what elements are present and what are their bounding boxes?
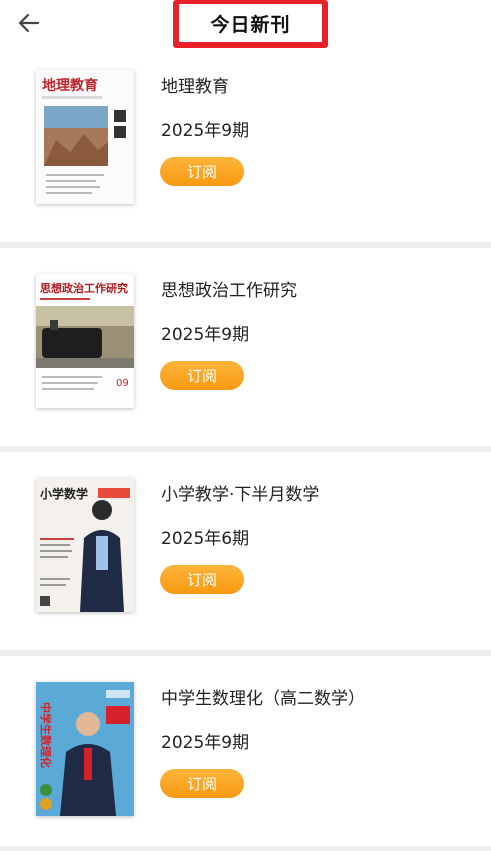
cover-title: 中学生数理化 (39, 702, 53, 768)
magazine-cover[interactable]: 地理教育 (36, 70, 134, 204)
divider (0, 650, 491, 670)
cover-image: 中学生数理化 (36, 682, 134, 816)
magazine-issue: 2025年9期 (161, 733, 250, 753)
list-item[interactable]: 地理教育 地理教育 2025年9期 订阅 (0, 58, 491, 242)
top-bar: 今日新刊 (0, 0, 491, 58)
magazine-name[interactable]: 中学生数理化（高二数学） (161, 684, 365, 709)
arrow-left-icon (18, 13, 40, 33)
subscribe-button[interactable]: 订阅 (160, 769, 244, 798)
cover-issue: 09 (116, 378, 129, 389)
list-item[interactable]: 小学数学 小学教学·下半月数学 2025年6期 订阅 (0, 466, 491, 650)
title-highlight-box: 今日新刊 (173, 0, 328, 48)
cover-title: 地理教育 (42, 77, 98, 94)
cover-title: 小学数学 (40, 486, 88, 501)
cover-image: 地理教育 (36, 70, 134, 204)
magazine-issue: 2025年9期 (161, 325, 250, 345)
magazine-list: 地理教育 地理教育 2025年9期 订阅 思想政治工作研究 09 思想政治工作研… (0, 58, 491, 854)
magazine-issue: 2025年9期 (161, 121, 250, 141)
list-item[interactable]: 中学生数理化 中学生数理化（高二数学） 2025年9期 订阅 (0, 670, 491, 854)
magazine-name[interactable]: 地理教育 (161, 72, 229, 97)
magazine-name[interactable]: 思想政治工作研究 (161, 276, 297, 301)
list-item[interactable]: 思想政治工作研究 09 思想政治工作研究 2025年9期 订阅 (0, 262, 491, 446)
cover-title: 思想政治工作研究 (40, 281, 128, 295)
magazine-name[interactable]: 小学教学·下半月数学 (161, 480, 319, 505)
magazine-cover[interactable]: 中学生数理化 (36, 682, 134, 816)
subscribe-button[interactable]: 订阅 (160, 565, 244, 594)
divider (0, 446, 491, 466)
page-title: 今日新刊 (210, 13, 291, 36)
back-button[interactable] (14, 8, 44, 38)
cover-image: 小学数学 (36, 478, 134, 612)
magazine-cover[interactable]: 小学数学 (36, 478, 134, 612)
divider (0, 242, 491, 262)
cover-image: 思想政治工作研究 09 (36, 274, 134, 408)
magazine-cover[interactable]: 思想政治工作研究 09 (36, 274, 134, 408)
magazine-issue: 2025年6期 (161, 529, 250, 549)
bottom-divider (0, 846, 491, 851)
subscribe-button[interactable]: 订阅 (160, 157, 244, 186)
subscribe-button[interactable]: 订阅 (160, 361, 244, 390)
